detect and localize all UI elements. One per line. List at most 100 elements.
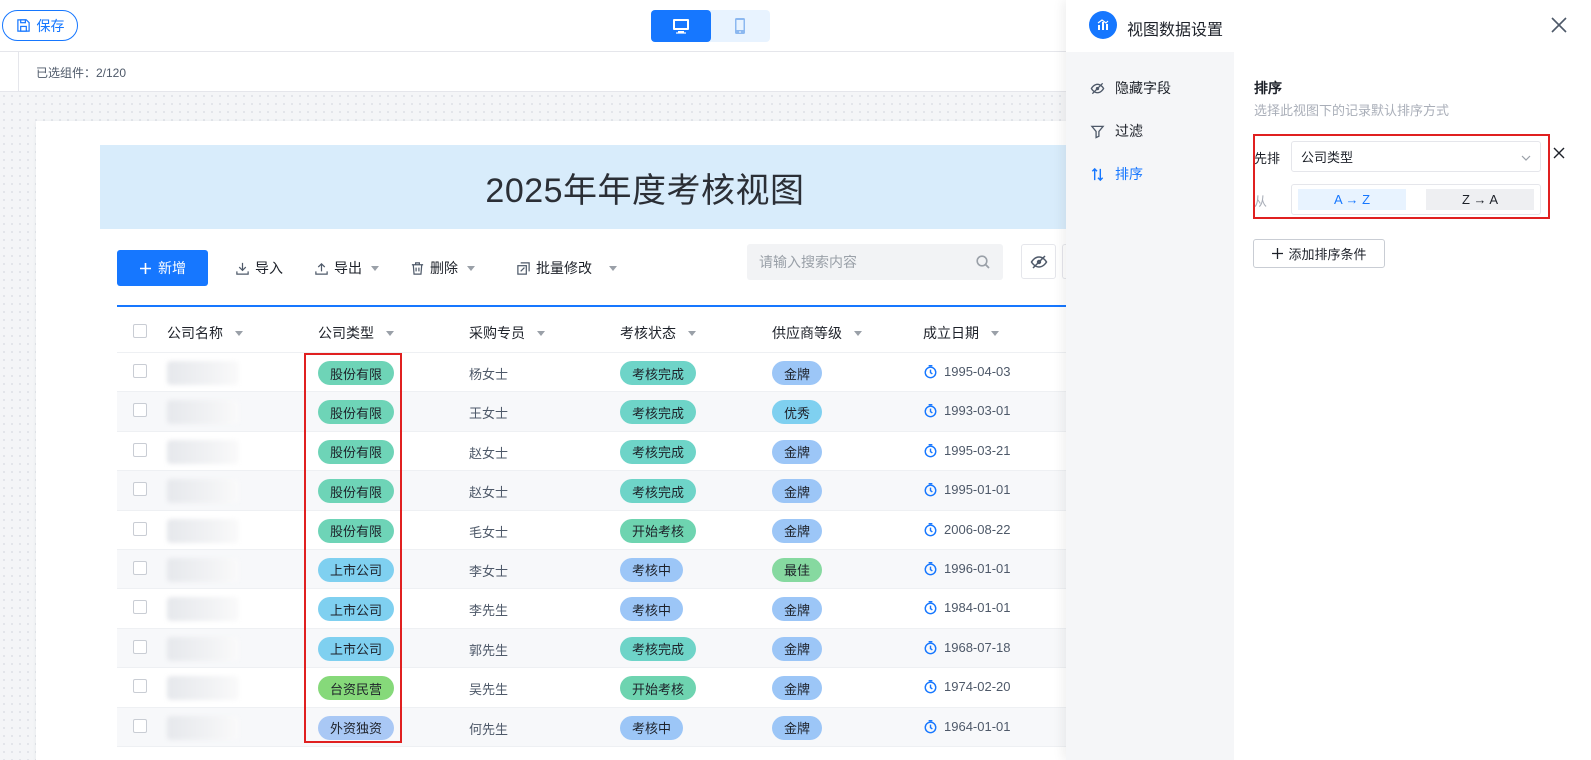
date-cell: 1995-01-01	[923, 482, 1011, 497]
batch-edit-button[interactable]: 批量修改	[516, 258, 617, 278]
clock-icon	[923, 364, 938, 379]
level-tag: 金牌	[772, 518, 823, 543]
column-header-level[interactable]: 供应商等级	[772, 323, 862, 343]
row-checkbox[interactable]	[133, 403, 147, 418]
company-name-redacted	[167, 361, 239, 385]
hide-fields-button[interactable]	[1021, 244, 1056, 279]
chevron-down-icon	[991, 330, 999, 336]
table-row[interactable]: 股份有限 赵女士 考核完成 金牌 1995-03-21	[117, 432, 1070, 472]
row-checkbox[interactable]	[133, 600, 147, 615]
row-checkbox[interactable]	[133, 639, 147, 654]
batch-edit-icon	[517, 261, 530, 275]
desktop-view-button[interactable]	[651, 10, 711, 42]
save-button[interactable]: 保存	[2, 10, 78, 41]
table-row[interactable]: 上市公司 李女士 考核中 最佳 1996-01-01	[117, 549, 1070, 590]
divider	[18, 52, 19, 92]
status-tag: 考核完成	[620, 636, 697, 661]
clock-icon	[923, 482, 938, 497]
close-icon[interactable]	[1546, 12, 1572, 38]
import-button[interactable]: 导入	[235, 258, 283, 278]
add-button[interactable]: 新增	[117, 250, 208, 286]
column-header-type[interactable]: 公司类型	[318, 323, 394, 343]
add-sort-condition-button[interactable]: 添加排序条件	[1253, 239, 1385, 268]
clock-icon	[923, 561, 938, 576]
column-header-buyer[interactable]: 采购专员	[469, 323, 545, 343]
table-row[interactable]: 股份有限 王女士 考核完成 优秀 1993-03-01	[117, 392, 1070, 432]
eye-off-icon	[1090, 82, 1105, 94]
device-switch	[651, 10, 770, 42]
company-name-redacted	[167, 557, 239, 582]
filter-icon	[1090, 125, 1105, 139]
import-label: 导入	[255, 260, 283, 276]
batch-edit-label: 批量修改	[536, 260, 592, 276]
settings-nav	[1066, 52, 1234, 760]
search-input[interactable]	[759, 254, 969, 270]
table-row[interactable]: 台资民营 吴先生 开始考核 金牌 1974-02-20	[117, 668, 1070, 708]
table-body: 股份有限 杨女士 考核完成 金牌 1995-04-03 股份有限 王女士 考核完成 优秀 1993…	[117, 353, 1070, 747]
row-checkbox[interactable]	[133, 442, 147, 457]
column-header-company[interactable]: 公司名称	[167, 323, 243, 343]
table-row[interactable]: 股份有限 赵女士 考核完成 金牌 1995-01-01	[117, 471, 1070, 511]
date-cell: 1995-03-21	[923, 443, 1011, 458]
row-checkbox[interactable]	[133, 521, 147, 536]
company-name-redacted	[167, 518, 239, 543]
save-label: 保存	[36, 17, 65, 34]
sort-icon	[1091, 167, 1104, 181]
row-checkbox[interactable]	[133, 482, 147, 497]
table-row[interactable]: 上市公司 郭先生 考核完成 金牌 1968-07-18	[117, 628, 1070, 669]
row-checkbox[interactable]	[133, 364, 147, 378]
export-label: 导出	[334, 260, 362, 276]
delete-label: 删除	[430, 260, 458, 276]
column-header-date[interactable]: 成立日期	[923, 323, 999, 343]
nav-sort[interactable]: 排序	[1090, 164, 1143, 184]
nav-label: 隐藏字段	[1115, 80, 1171, 96]
remove-sort-icon[interactable]	[1552, 146, 1566, 160]
mobile-view-button[interactable]	[711, 10, 771, 42]
level-tag: 金牌	[772, 636, 823, 661]
row-checkbox[interactable]	[133, 560, 147, 575]
export-button[interactable]: 导出	[314, 258, 379, 278]
table-row[interactable]: 股份有限 杨女士 考核完成 金牌 1995-04-03	[117, 353, 1070, 393]
chevron-down-icon	[688, 330, 696, 336]
buyer-cell: 赵女士	[469, 445, 509, 461]
date-cell: 1984-01-01	[923, 600, 1011, 615]
status-tag: 考核中	[620, 715, 684, 740]
chevron-down-icon	[371, 265, 379, 271]
column-header-status[interactable]: 考核状态	[620, 323, 696, 343]
highlight-box	[1253, 134, 1550, 219]
select-all-checkbox[interactable]	[133, 324, 147, 338]
add-label: 新增	[158, 260, 186, 276]
table-row[interactable]: 外资独资 何先生 考核中 金牌 1964-01-01	[117, 707, 1070, 747]
level-tag: 最佳	[772, 557, 823, 582]
date-value: 2006-08-22	[944, 521, 1011, 537]
selected-count: 已选组件：2/120	[36, 66, 127, 80]
company-name-redacted	[167, 479, 239, 504]
desktop-icon	[672, 19, 689, 34]
clock-icon	[923, 600, 938, 615]
column-label: 供应商等级	[772, 325, 842, 341]
table-row[interactable]: 股份有限 毛女士 开始考核 金牌 2006-08-22	[117, 511, 1070, 550]
table-row[interactable]: 上市公司 李先生 考核中 金牌 1984-01-01	[117, 589, 1070, 629]
row-checkbox[interactable]	[133, 718, 147, 733]
row-checkbox[interactable]	[133, 679, 147, 694]
nav-hidden-fields[interactable]: 隐藏字段	[1090, 78, 1171, 98]
buyer-cell: 郭先生	[469, 642, 509, 658]
buyer-cell: 李先生	[469, 603, 509, 619]
add-sort-label: 添加排序条件	[1288, 247, 1367, 262]
buyer-cell: 何先生	[469, 721, 509, 737]
nav-label: 过滤	[1115, 123, 1143, 139]
buyer-cell: 赵女士	[469, 485, 509, 501]
eye-off-icon	[1030, 254, 1047, 269]
nav-filter[interactable]: 过滤	[1090, 121, 1143, 141]
trash-icon	[411, 261, 424, 275]
buyer-cell: 毛女士	[469, 524, 509, 540]
delete-button[interactable]: 删除	[410, 258, 475, 278]
search-icon[interactable]	[975, 254, 991, 270]
view-title: 2025年年度考核视图	[485, 171, 805, 210]
buyer-cell: 吴先生	[469, 682, 509, 698]
view-settings-panel: 视图数据设置 隐藏字段 过滤 排序 排序 选择此视图下的记录默认排序方式 先排 …	[1066, 0, 1591, 760]
highlight-box	[304, 353, 402, 743]
buyer-cell: 杨女士	[469, 367, 509, 382]
status-tag: 考核完成	[620, 479, 697, 504]
status-tag: 考核中	[620, 557, 684, 582]
